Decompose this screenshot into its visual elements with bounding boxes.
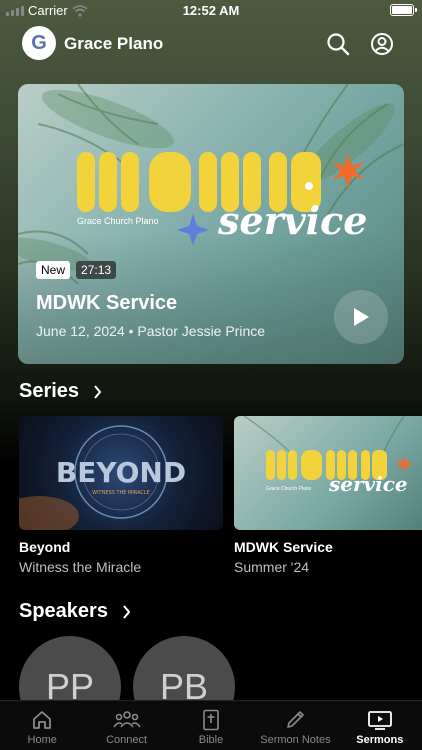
mdwk-series-caption: Grace Church Plano [266,486,312,492]
tab-bible[interactable]: Bible [169,701,253,750]
featured-sermon-card[interactable]: service Grace Church Plano New 27:13 MDW… [18,84,404,364]
series-info-beyond: Beyond Witness the Miracle [19,539,141,575]
play-button[interactable] [334,290,388,344]
app-title: Grace Plano [64,34,164,53]
chevron-right-icon [123,604,131,619]
series-info-mdwk: MDWK Service Summer '24 [234,539,333,575]
bottom-tab-bar: Home Connect Bible Sermon Notes Sermons [0,700,422,750]
series-title-mdwk: MDWK Service [234,539,333,555]
play-icon [354,308,369,326]
series-header[interactable]: Series [19,380,102,403]
mdwk-series-artwork: service Grace Church Plano [243,416,412,496]
duration-badge: 27:13 [76,261,117,279]
mdwk-series-script: service [328,472,408,496]
tab-label-bible: Bible [198,734,224,746]
profile-icon[interactable] [370,32,394,56]
badges-row: New 27:13 [36,261,117,279]
featured-title: MDWK Service [36,292,178,314]
battery-icon [390,4,417,16]
series-subtitle-beyond: Witness the Miracle [19,559,142,575]
pencil-icon [287,711,305,728]
people-icon [112,711,141,728]
series-title-beyond: Beyond [19,539,71,555]
tab-label-sermons: Sermons [356,734,404,746]
tab-label-sermon-notes: Sermon Notes [260,734,331,746]
speakers-header[interactable]: Speakers [19,600,131,623]
tab-label-connect: Connect [106,734,148,746]
speakers-title: Speakers [19,600,108,622]
beyond-art-word: BEYOND [56,456,186,489]
tab-home[interactable]: Home [0,701,84,750]
bible-icon [203,709,219,731]
app-logo[interactable]: G [22,26,56,60]
logo-letter: G [31,31,47,54]
series-title: Series [19,380,80,402]
series-card-mdwk[interactable]: service Grace Church Plano [234,416,422,530]
status-bar: Carrier 12:52 AM [0,0,422,22]
tab-connect[interactable]: Connect [84,701,168,750]
beyond-art-small: WITNESS THE MIRACLE [92,490,150,496]
beyond-artwork: BEYOND WITNESS THE MIRACLE [19,425,186,530]
series-card-beyond[interactable]: BEYOND WITNESS THE MIRACLE [19,416,223,530]
new-badge: New [36,261,71,279]
status-time: 12:52 AM [182,3,240,18]
home-icon [33,711,52,729]
tab-sermon-notes[interactable]: Sermon Notes [253,701,337,750]
search-icon[interactable] [326,32,350,56]
tab-label-home: Home [27,734,57,746]
chevron-right-icon [94,384,102,399]
tab-sermons[interactable]: Sermons [338,701,422,750]
artwork-caption: Grace Church Plano [77,216,159,226]
featured-subtitle: June 12, 2024 • Pastor Jessie Prince [36,323,266,339]
tv-play-icon [367,711,392,730]
app-header: G Grace Plano [0,26,422,62]
series-subtitle-mdwk: Summer '24 [234,559,310,575]
